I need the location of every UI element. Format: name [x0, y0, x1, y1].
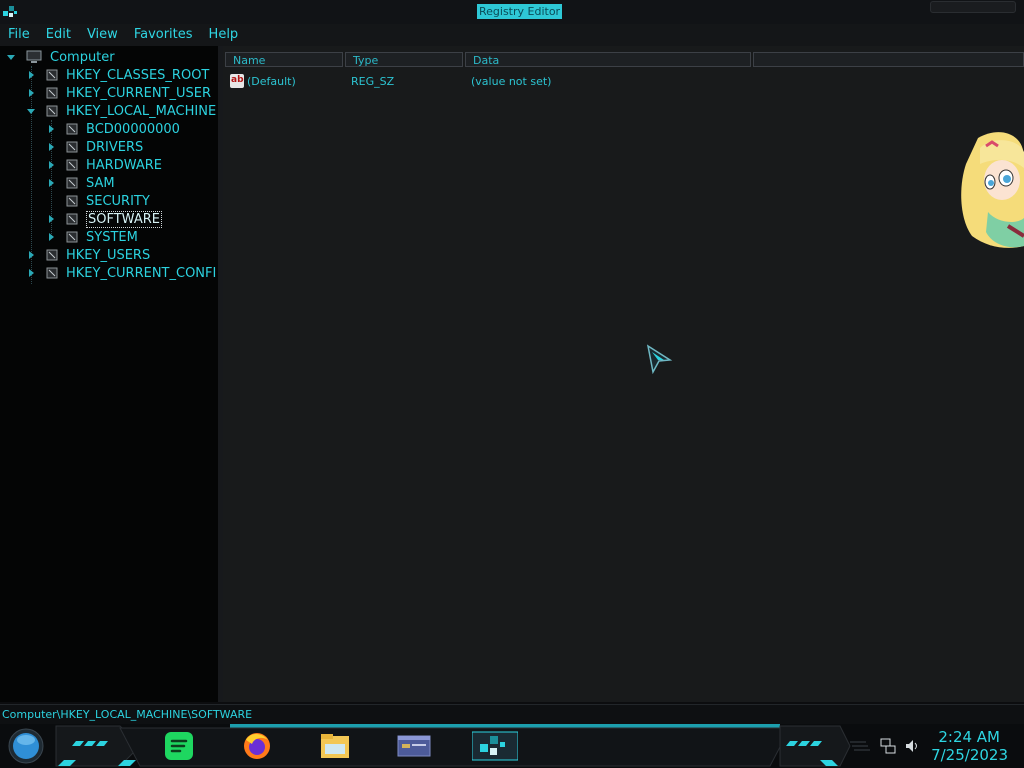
collapsed-arrow-icon[interactable]: [26, 70, 36, 80]
window-app-icon[interactable]: [396, 730, 432, 762]
tree-item-security[interactable]: SECURITY: [46, 192, 150, 210]
status-path: Computer\HKEY_LOCAL_MACHINE\SOFTWARE: [2, 708, 253, 721]
tree-item-bcd[interactable]: BCD00000000: [46, 120, 180, 138]
tree-label: SYSTEM: [86, 229, 138, 245]
values-pane[interactable]: Name Type Data (Default) REG_SZ (value n…: [223, 46, 1024, 702]
tree-label: HKEY_LOCAL_MACHINE: [66, 103, 217, 119]
registry-tree[interactable]: Computer HKEY_CLASSES_ROOT HKEY_CURRENT_…: [0, 46, 218, 747]
tree-label: HKEY_USERS: [66, 247, 151, 263]
registry-editor-icon[interactable]: [2, 4, 18, 20]
menu-file[interactable]: File: [0, 24, 38, 46]
collapsed-arrow-icon[interactable]: [46, 160, 56, 170]
tree-item-hkey-classes-root[interactable]: HKEY_CLASSES_ROOT: [26, 66, 209, 84]
menu-view[interactable]: View: [79, 24, 126, 46]
value-data: (value not set): [471, 75, 552, 88]
tree-label: HARDWARE: [86, 157, 162, 173]
folder-icon: [46, 249, 58, 261]
folder-icon: [66, 195, 78, 207]
status-bar: Computer\HKEY_LOCAL_MACHINE\SOFTWARE: [0, 704, 1024, 724]
tree-label: BCD00000000: [86, 121, 180, 137]
value-row[interactable]: (Default) REG_SZ (value not set): [223, 74, 823, 90]
column-header-name[interactable]: Name: [225, 52, 343, 67]
tree-label: SECURITY: [86, 193, 150, 209]
tree-item-drivers[interactable]: DRIVERS: [46, 138, 143, 156]
spotify-icon[interactable]: [162, 730, 196, 762]
tree-connector: [46, 196, 56, 206]
title-bar: Registry Editor: [0, 0, 1024, 25]
tree-item-system[interactable]: SYSTEM: [46, 228, 138, 246]
tree-item-hkey-users[interactable]: HKEY_USERS: [26, 246, 150, 264]
window-title: Registry Editor: [477, 4, 563, 19]
folder-icon: [46, 267, 58, 279]
folder-icon: [66, 231, 78, 243]
folder-icon: [66, 213, 78, 225]
computer-icon: [26, 50, 42, 63]
tree-label: SAM: [86, 175, 115, 191]
expand-arrow-icon[interactable]: [26, 106, 36, 116]
start-button[interactable]: [8, 728, 44, 764]
character-sticker-image: [961, 132, 1024, 248]
registry-editor-icon[interactable]: [472, 730, 518, 762]
tree-label: HKEY_CLASSES_ROOT: [66, 67, 210, 83]
folder-icon: [46, 69, 58, 81]
expand-arrow-icon[interactable]: [6, 52, 16, 62]
tree-label: HKEY_CURRENT_USER: [66, 85, 212, 101]
collapsed-arrow-icon[interactable]: [46, 124, 56, 134]
clock-time[interactable]: 2:24 AM: [938, 728, 1000, 746]
clock-date[interactable]: 7/25/2023: [931, 746, 1008, 764]
collapsed-arrow-icon[interactable]: [26, 250, 36, 260]
collapsed-arrow-icon[interactable]: [46, 232, 56, 242]
tree-item-software[interactable]: SOFTWARE: [46, 210, 162, 228]
folder-icon: [66, 123, 78, 135]
value-type: REG_SZ: [351, 75, 395, 88]
window-controls[interactable]: [930, 1, 1016, 13]
volume-icon[interactable]: [904, 738, 920, 754]
column-header-data[interactable]: Data: [465, 52, 751, 67]
tree-item-computer[interactable]: Computer: [6, 48, 115, 66]
collapsed-arrow-icon[interactable]: [46, 142, 56, 152]
collapsed-arrow-icon[interactable]: [26, 88, 36, 98]
folder-icon: [66, 141, 78, 153]
column-header-empty: [753, 52, 1024, 67]
folder-open-icon: [46, 105, 58, 117]
menu-favorites[interactable]: Favorites: [126, 24, 201, 46]
collapsed-arrow-icon[interactable]: [26, 268, 36, 278]
tree-label: Computer: [50, 49, 115, 65]
tree-item-hkey-current-user[interactable]: HKEY_CURRENT_USER: [26, 84, 211, 102]
folder-icon: [66, 177, 78, 189]
string-value-icon: [230, 74, 244, 88]
collapsed-arrow-icon[interactable]: [46, 214, 56, 224]
tree-label: DRIVERS: [86, 139, 144, 155]
file-explorer-icon[interactable]: [318, 730, 352, 762]
firefox-icon[interactable]: [240, 730, 274, 762]
tree-item-hkey-current-config[interactable]: HKEY_CURRENT_CONFI: [26, 264, 216, 282]
mouse-cursor-icon: [646, 344, 673, 374]
menu-bar: File Edit View Favorites Help: [0, 24, 1024, 46]
tree-item-hardware[interactable]: HARDWARE: [46, 156, 162, 174]
network-icon[interactable]: [880, 738, 896, 754]
value-name: (Default): [247, 75, 296, 88]
collapsed-arrow-icon[interactable]: [46, 178, 56, 188]
tree-item-hkey-local-machine[interactable]: HKEY_LOCAL_MACHINE: [26, 102, 216, 120]
menu-edit[interactable]: Edit: [38, 24, 79, 46]
folder-icon: [46, 87, 58, 99]
tree-item-sam[interactable]: SAM: [46, 174, 115, 192]
column-header-type[interactable]: Type: [345, 52, 463, 67]
folder-icon: [66, 159, 78, 171]
taskbar: 2:24 AM 7/25/2023: [0, 724, 1024, 768]
tree-label: HKEY_CURRENT_CONFI: [66, 265, 217, 281]
menu-help[interactable]: Help: [201, 24, 247, 46]
tree-label-selected: SOFTWARE: [86, 210, 162, 228]
